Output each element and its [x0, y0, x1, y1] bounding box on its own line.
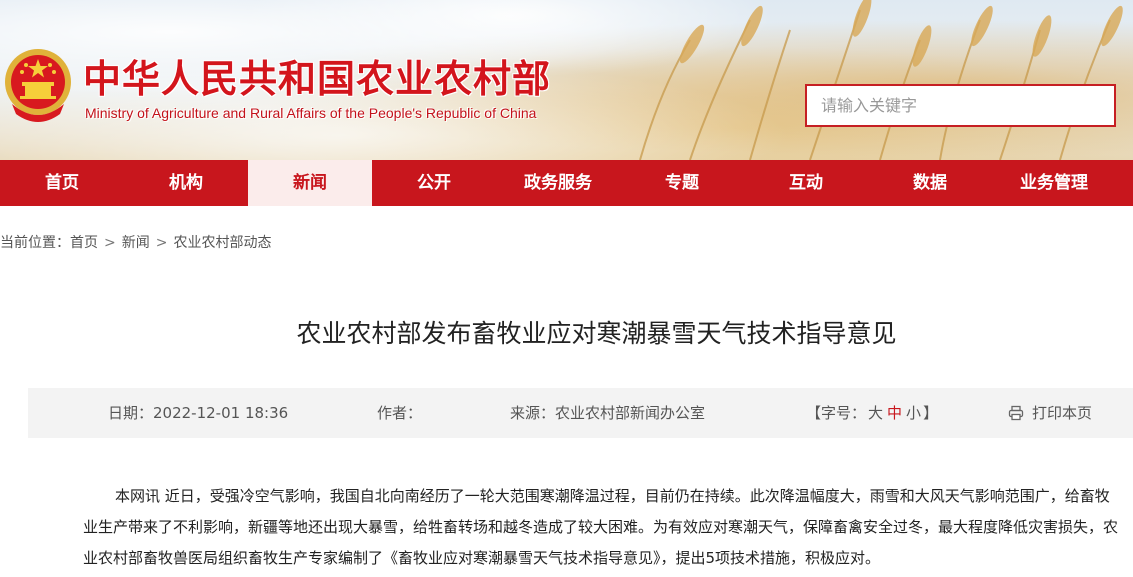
- nav-item-government-services[interactable]: 政务服务: [496, 160, 620, 206]
- breadcrumb-separator: >: [104, 235, 116, 251]
- article-date: 日期：2022-12-01 18:36: [108, 404, 289, 422]
- print-label: 打印本页: [1032, 404, 1093, 422]
- font-size-label-end: 】: [923, 404, 939, 422]
- article-title: 农业农村部发布畜牧业应对寒潮暴雪天气技术指导意见: [296, 319, 897, 348]
- header-banner: 中华人民共和国农业农村部 Ministry of Agriculture and…: [0, 0, 1133, 160]
- printer-icon: [1008, 405, 1024, 421]
- font-size-small-button[interactable]: 小: [906, 404, 921, 422]
- nav-item-data[interactable]: 数据: [868, 160, 992, 206]
- wheat-field-decoration: [639, 0, 1123, 160]
- national-emblem-icon: [5, 49, 71, 122]
- print-button[interactable]: 打印本页: [1008, 388, 1092, 438]
- article-source: 来源：农业农村部新闻办公室: [510, 404, 706, 422]
- breadcrumb: 当前位置：首页 > 新闻 > 农业农村部动态: [0, 232, 271, 252]
- breadcrumb-link-news[interactable]: 新闻: [122, 235, 150, 251]
- font-size-medium-button[interactable]: 中: [887, 404, 902, 422]
- breadcrumb-link-ministry-news[interactable]: 农业农村部动态: [173, 235, 271, 251]
- font-size-control: 【字号：大中小】: [806, 388, 938, 438]
- font-size-label: 【字号：: [806, 404, 867, 422]
- nav-item-business-management[interactable]: 业务管理: [992, 160, 1116, 206]
- article-author: 作者：: [377, 404, 423, 422]
- nav-item-home[interactable]: 首页: [0, 160, 124, 206]
- nav-item-topics[interactable]: 专题: [620, 160, 744, 206]
- nav-item-interaction[interactable]: 互动: [744, 160, 868, 206]
- breadcrumb-prefix: 当前位置：: [0, 235, 70, 251]
- search-input[interactable]: [807, 86, 1114, 125]
- font-size-large-button[interactable]: 大: [868, 404, 883, 422]
- site-title-cn[interactable]: 中华人民共和国农业农村部: [83, 48, 551, 103]
- article-meta-bar: 日期：2022-12-01 18:36 作者： 来源：农业农村部新闻办公室 【字…: [28, 388, 1133, 438]
- nav-item-organization[interactable]: 机构: [124, 160, 248, 206]
- nav-item-news[interactable]: 新闻: [248, 160, 372, 206]
- breadcrumb-separator: >: [155, 235, 168, 251]
- article-body: 本网讯 近日，受强冷空气影响，我国自北向南经历了一轮大范围寒潮降温过程，目前仍在…: [83, 487, 1119, 567]
- site-title-en[interactable]: Ministry of Agriculture and Rural Affair…: [85, 105, 536, 121]
- search-box[interactable]: [805, 84, 1116, 127]
- nav-item-public-info[interactable]: 公开: [372, 160, 496, 206]
- breadcrumb-link-home[interactable]: 首页: [70, 235, 98, 251]
- main-nav: 首页 机构 新闻 公开 政务服务 专题 互动 数据 业务管理: [0, 160, 1133, 206]
